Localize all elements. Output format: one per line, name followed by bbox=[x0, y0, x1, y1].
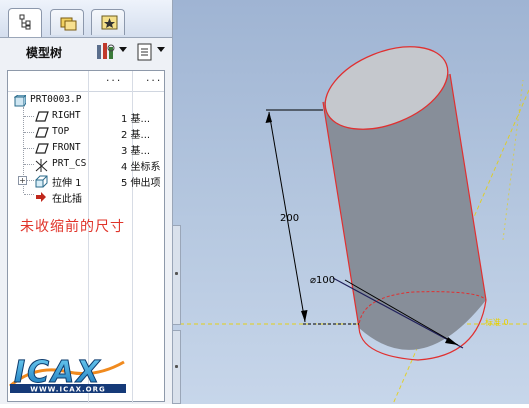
tree-show-icon[interactable] bbox=[136, 41, 154, 63]
tree-item-info: 4 坐标系 bbox=[121, 162, 161, 173]
csys-icon bbox=[35, 159, 48, 172]
tree-column-2[interactable]: ... bbox=[145, 74, 161, 84]
panel-sash-handle-lower[interactable] bbox=[173, 330, 181, 404]
tree-item-info: 3 基... bbox=[121, 146, 151, 157]
datum-plane-icon bbox=[35, 127, 49, 138]
tree-item-csys[interactable]: PRT_CS 4 坐标系 bbox=[8, 157, 164, 173]
tree-item-label: PRT_CS bbox=[52, 158, 87, 169]
tree-item-label: TOP bbox=[52, 126, 70, 137]
dim-arrow bbox=[265, 112, 272, 123]
tree-column-1[interactable]: ... bbox=[105, 74, 121, 84]
part-icon bbox=[14, 95, 26, 107]
tree-item-label: PRT0003.P bbox=[30, 94, 82, 105]
datum-plane-icon bbox=[35, 143, 49, 154]
tab-model-tree[interactable] bbox=[8, 8, 42, 37]
extrude-icon bbox=[35, 175, 48, 188]
favorites-icon bbox=[101, 15, 118, 30]
tree-item-label: FRONT bbox=[52, 142, 81, 153]
dim-length-value[interactable]: 200 bbox=[280, 213, 299, 224]
tab-favorites[interactable] bbox=[91, 9, 125, 35]
expand-icon[interactable]: + bbox=[18, 176, 27, 185]
tree-item-front[interactable]: FRONT 3 基... bbox=[8, 141, 164, 157]
tree-item-info: 5 伸出项 bbox=[121, 178, 161, 189]
icax-logo-graphic: ICAX WWW.ICAX.ORG bbox=[9, 355, 126, 394]
model-tree-title: 模型树 bbox=[26, 46, 63, 60]
tree-item-label: RIGHT bbox=[52, 110, 81, 121]
graphics-viewport[interactable]: 200 ⌀100 标准 0 bbox=[173, 0, 529, 405]
logo-url: WWW.ICAX.ORG bbox=[30, 386, 106, 394]
sash-grip-icon bbox=[175, 365, 178, 368]
annotation-text: 未收缩前的尺寸 bbox=[20, 219, 125, 235]
datum-plane-icon bbox=[35, 111, 49, 122]
insert-here-icon bbox=[36, 192, 46, 202]
tab-folder-browser[interactable] bbox=[50, 9, 84, 35]
tree-settings-icon[interactable] bbox=[94, 41, 118, 63]
tree-item-part[interactable]: PRT0003.P bbox=[8, 93, 164, 109]
tree-show-dropdown-icon[interactable] bbox=[157, 47, 165, 52]
model-tree-header: 模型树 bbox=[0, 38, 172, 66]
datum-axis-line bbox=[502, 79, 524, 241]
tree-item-info: 2 基... bbox=[121, 130, 151, 141]
tree-settings-dropdown-icon[interactable] bbox=[119, 47, 127, 52]
model-canvas[interactable]: 200 ⌀100 标准 0 bbox=[173, 0, 529, 405]
sash-grip-icon bbox=[175, 272, 178, 275]
dim-diameter-value[interactable]: ⌀100 bbox=[310, 275, 335, 286]
panel-sash-handle[interactable] bbox=[173, 225, 181, 325]
tree-item-extrude[interactable]: + 拉伸 1 5 伸出项 bbox=[8, 173, 164, 189]
tree-item-top[interactable]: TOP 2 基... bbox=[8, 125, 164, 141]
folder-browser-icon bbox=[60, 17, 77, 31]
tree-item-label: 在此插 bbox=[52, 194, 82, 205]
model-tree-icon bbox=[19, 14, 31, 30]
tree-item-label: 拉伸 1 bbox=[52, 178, 82, 189]
icax-logo: ICAX WWW.ICAX.ORG bbox=[6, 342, 132, 400]
tree-column-header: ... ... bbox=[8, 71, 164, 92]
tree-item-insert-here[interactable]: 在此插 bbox=[8, 189, 164, 205]
tree-item-info: 1 基... bbox=[121, 114, 151, 125]
navigator-panel: 模型树 ... ... PRT0003.P RIGHT 1 基... TOP 2… bbox=[0, 0, 173, 404]
datum-axis-label: 标准 0 bbox=[485, 317, 509, 327]
navigator-tab-strip bbox=[0, 0, 172, 38]
tree-item-right[interactable]: RIGHT 1 基... bbox=[8, 109, 164, 125]
